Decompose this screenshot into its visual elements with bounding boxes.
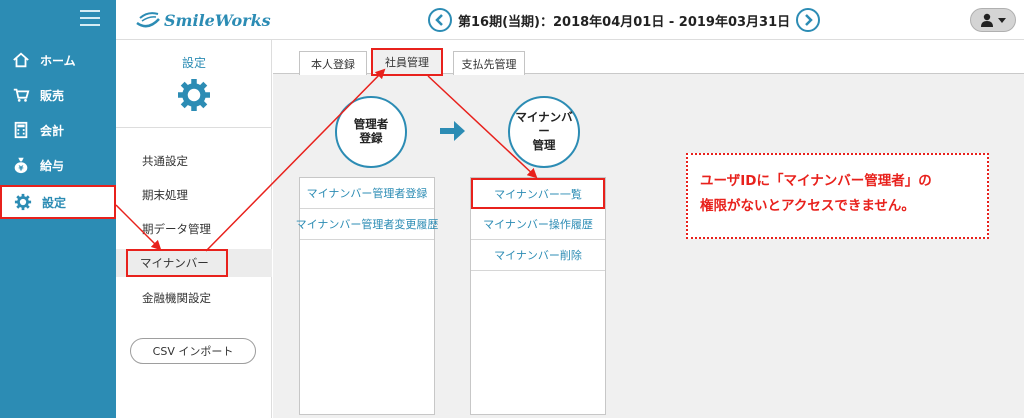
cart-icon — [13, 88, 30, 102]
menu-item-my-number-list[interactable]: マイナンバー一覧 — [471, 178, 605, 209]
nav-item-settings[interactable]: 設定 — [0, 185, 116, 219]
main-content: 本人登録 社員管理 支払先管理 管理者 登録 マイナンバー 管理 マイナンバー管… — [273, 40, 1024, 418]
menu-item-my-number-delete[interactable]: マイナンバー削除 — [471, 240, 605, 271]
nav-item-accounting[interactable]: 会計 — [0, 114, 116, 146]
nav-item-label: 給与 — [40, 158, 65, 173]
tab-payee-management[interactable]: 支払先管理 — [453, 51, 525, 75]
nav-item-label: 設定 — [42, 195, 67, 210]
notice-line: ユーザIDに「マイナンバー管理者」の — [700, 173, 932, 189]
smile-logo-icon — [136, 12, 160, 28]
next-period-button[interactable] — [796, 8, 821, 32]
settings-subpanel: 設定 共通設定 期末処理 期データ管理 マイナンバー 金融機関設定 CSV イン… — [116, 40, 272, 418]
menu-item-admin-registration[interactable]: マイナンバー管理者登録 — [300, 178, 434, 209]
nav-item-label: ホーム — [40, 53, 76, 68]
top-header: SmileWorks 第16期(当期)：2018年04月01日 - 2019年0… — [116, 0, 1024, 40]
tab-employee-management[interactable]: 社員管理 — [371, 48, 443, 76]
nav-item-home[interactable]: ホーム — [0, 44, 116, 76]
period-text: 第16期(当期)：2018年04月01日 - 2019年03月31日 — [458, 14, 791, 30]
notice-line: 権限がないとアクセスできません。 — [700, 197, 915, 214]
caret-down-icon — [998, 17, 1006, 23]
home-icon — [13, 52, 29, 68]
nav-item-sales[interactable]: 販売 — [0, 79, 116, 111]
calculator-icon — [14, 121, 28, 139]
smileworks-logo[interactable]: SmileWorks — [134, 9, 271, 31]
access-notice: ユーザIDに「マイナンバー管理者」の 権限がないとアクセスできません。 — [686, 153, 989, 239]
csv-import-button[interactable]: CSV インポート — [130, 338, 256, 364]
gear-icon — [14, 193, 32, 211]
period-selector: 第16期(当期)：2018年04月01日 - 2019年03月31日 — [428, 8, 821, 32]
user-icon — [981, 13, 993, 27]
sub-item-financial-institution[interactable]: 金融機関設定 — [142, 290, 211, 306]
nav-item-label: 販売 — [40, 88, 65, 103]
chevron-right-icon — [805, 14, 813, 26]
subpanel-title: 設定 — [181, 56, 206, 70]
step-label: 管理 — [532, 137, 556, 152]
arrow-right-icon — [440, 121, 465, 141]
step-my-number-management: マイナンバー 管理 — [508, 96, 580, 168]
menu-item-admin-change-history[interactable]: マイナンバー管理者変更履歴 — [296, 209, 438, 240]
nav-item-payroll[interactable]: ¥ 給与 — [0, 149, 116, 181]
step-label: 登録 — [359, 131, 383, 145]
settings-gear-icon — [178, 79, 210, 111]
subpanel-divider — [116, 127, 272, 128]
my-number-menu-box: マイナンバー一覧 マイナンバー操作履歴 マイナンバー削除 — [470, 177, 606, 415]
hamburger-menu-icon[interactable] — [80, 10, 100, 26]
money-bag-icon: ¥ — [14, 157, 28, 174]
tab-personal-registration[interactable]: 本人登録 — [299, 51, 367, 75]
user-menu-button[interactable] — [970, 8, 1016, 32]
sub-item-common-settings[interactable]: 共通設定 — [142, 153, 188, 169]
svg-text:¥: ¥ — [18, 163, 23, 172]
chevron-left-icon — [435, 14, 443, 26]
sub-item-my-number[interactable]: マイナンバー — [126, 249, 228, 277]
previous-period-button[interactable] — [428, 8, 452, 32]
step-label: マイナンバー — [515, 110, 573, 139]
left-nav: ホーム 販売 会計 ¥ 給与 設定 — [0, 0, 116, 418]
admin-menu-box: マイナンバー管理者登録 マイナンバー管理者変更履歴 — [296, 177, 438, 415]
sub-item-period-data[interactable]: 期データ管理 — [142, 221, 211, 237]
tabs-bar: 本人登録 社員管理 支払先管理 — [273, 40, 1024, 76]
sub-item-year-end[interactable]: 期末処理 — [142, 187, 188, 203]
step-admin-registration: 管理者 登録 — [335, 96, 407, 168]
nav-item-label: 会計 — [40, 123, 65, 138]
menu-item-my-number-operation-history[interactable]: マイナンバー操作履歴 — [471, 209, 605, 240]
logo-text: SmileWorks — [164, 10, 271, 30]
step-label: 管理者 — [353, 117, 389, 132]
